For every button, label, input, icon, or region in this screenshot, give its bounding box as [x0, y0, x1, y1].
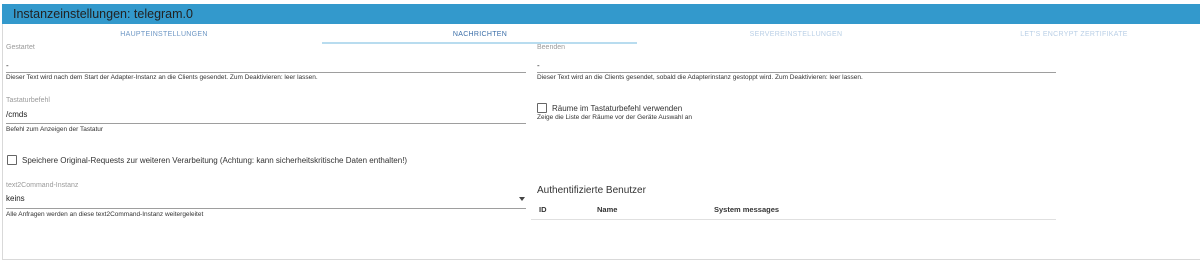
text2command-select[interactable]: keins	[6, 194, 25, 203]
users-col-system-messages: System messages	[714, 205, 780, 214]
dialog-titlebar: Instanzeinstellungen: telegram.0	[2, 4, 1200, 24]
store-raw-checkbox-label[interactable]: Speichere Original-Requests zur weiteren…	[22, 156, 407, 165]
users-col-id: ID	[539, 205, 547, 214]
text2command-label: text2Command-Instanz	[6, 182, 79, 189]
rooms-help: Zeige die Liste der Räume vor der Geräte…	[537, 114, 693, 121]
stopped-label: Beenden	[537, 44, 566, 51]
tab-main-settings[interactable]: HAUPTEINSTELLUNGEN	[6, 30, 322, 44]
started-input-underline	[6, 72, 526, 73]
tab-letsencrypt[interactable]: LET'S ENCRYPT ZERTIFIKATE	[954, 30, 1194, 44]
active-tab-indicator	[322, 42, 637, 44]
keyboard-label: Tastaturbefehl	[6, 97, 50, 104]
text2command-help: Alle Anfragen werden an diese text2Comma…	[6, 211, 204, 218]
started-help: Dieser Text wird nach dem Start der Adap…	[6, 74, 318, 81]
keyboard-help: Befehl zum Anzeigen der Tastatur	[6, 126, 104, 133]
tab-server-settings[interactable]: SERVEREINSTELLUNGEN	[638, 30, 954, 44]
started-input[interactable]: -	[6, 61, 9, 70]
dialog-title: Instanzeinstellungen: telegram.0	[13, 7, 193, 21]
chevron-down-icon[interactable]	[519, 197, 525, 201]
rooms-checkbox-label[interactable]: Räume im Tastaturbefehl verwenden	[552, 104, 682, 113]
text2command-select-underline	[6, 208, 526, 209]
stopped-help: Dieser Text wird an die Clients gesendet…	[537, 74, 863, 81]
rooms-checkbox[interactable]	[537, 103, 547, 113]
keyboard-input-underline	[6, 123, 526, 124]
store-raw-checkbox[interactable]	[7, 155, 17, 165]
keyboard-input[interactable]: /cmds	[6, 110, 27, 119]
users-table-divider	[531, 219, 1056, 220]
started-label: Gestartet	[6, 44, 35, 51]
stopped-input[interactable]: -	[537, 61, 540, 70]
dialog-body	[2, 24, 1200, 260]
stopped-input-underline	[537, 72, 1056, 73]
users-col-name: Name	[597, 205, 618, 214]
users-heading: Authentifizierte Benutzer	[537, 185, 646, 196]
